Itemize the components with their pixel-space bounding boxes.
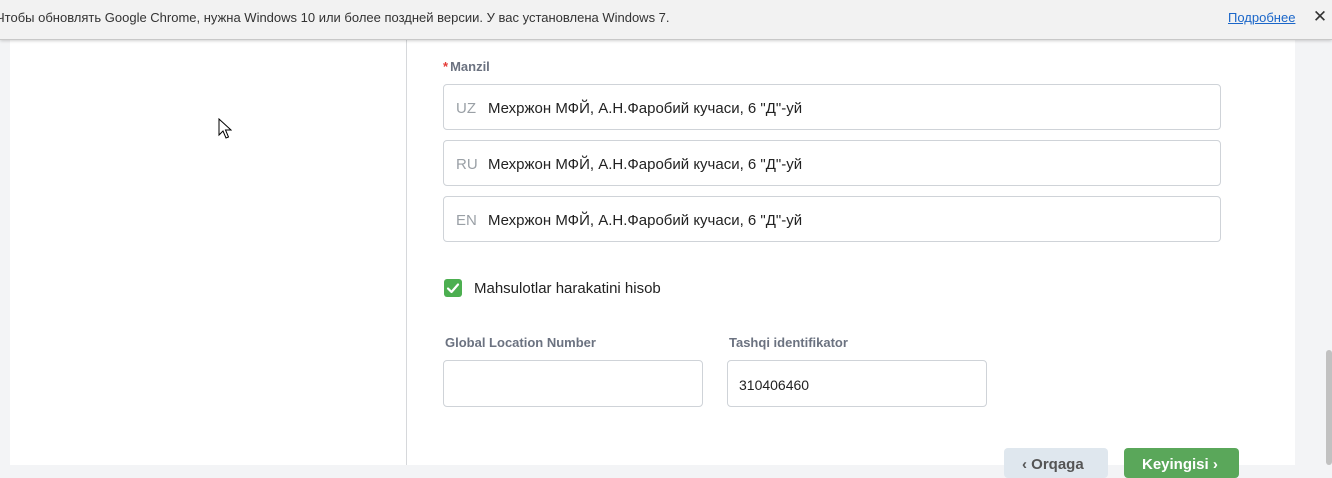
address-input-en[interactable]: EN Мехржон МФЙ, А.Н.Фаробий кучаси, 6 "Д… — [443, 196, 1221, 242]
left-panel — [10, 40, 407, 465]
mouse-cursor-icon — [218, 118, 232, 139]
lang-prefix-uz: UZ — [456, 100, 476, 117]
address-label: * Manzil — [443, 59, 490, 74]
required-marker: * — [443, 59, 449, 74]
gln-input[interactable] — [443, 360, 703, 407]
external-id-label: Tashqi identifikator — [729, 335, 848, 350]
address-value-uz: Мехржон МФЙ, А.Н.Фаробий кучаси, 6 "Д"-у… — [488, 100, 803, 117]
back-button[interactable]: ‹ Orqaga — [1004, 448, 1108, 478]
address-value-en: Мехржон МФЙ, А.Н.Фаробий кучаси, 6 "Д"-у… — [488, 212, 803, 229]
next-button[interactable]: Keyingisi › — [1124, 448, 1239, 478]
learn-more-link[interactable]: Подробнее — [1228, 10, 1295, 25]
gln-label: Global Location Number — [445, 335, 596, 350]
address-value-ru: Мехржон МФЙ, А.Н.Фаробий кучаси, 6 "Д"-у… — [488, 156, 803, 173]
track-products-label: Mahsulotlar harakatini hisob — [474, 280, 661, 297]
track-products-checkbox[interactable] — [444, 279, 462, 297]
lang-prefix-en: EN — [456, 212, 477, 229]
address-input-uz[interactable]: UZ Мехржон МФЙ, А.Н.Фаробий кучаси, 6 "Д… — [443, 84, 1221, 130]
external-id-input[interactable]: 310406460 — [727, 360, 987, 407]
external-id-value: 310406460 — [739, 377, 810, 393]
chrome-update-infobar: Чтобы обновлять Google Chrome, нужна Win… — [0, 0, 1332, 40]
address-input-ru[interactable]: RU Мехржон МФЙ, А.Н.Фаробий кучаси, 6 "Д… — [443, 140, 1221, 186]
close-icon[interactable]: ✕ — [1310, 7, 1330, 27]
scrollbar-thumb[interactable] — [1326, 350, 1332, 465]
infobar-message: Чтобы обновлять Google Chrome, нужна Win… — [0, 10, 670, 25]
address-label-text: Manzil — [450, 59, 490, 74]
checkmark-icon — [446, 283, 460, 294]
lang-prefix-ru: RU — [456, 156, 478, 173]
